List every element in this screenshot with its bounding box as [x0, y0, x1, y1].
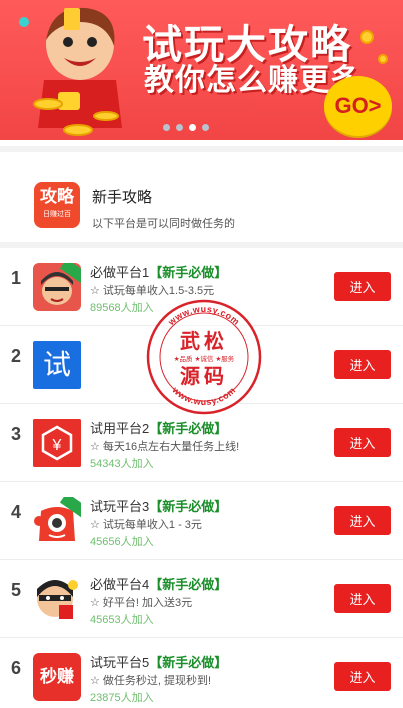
enter-button[interactable]: 进入 [334, 272, 391, 301]
cartoon-face-icon [33, 263, 81, 311]
platform-row[interactable]: 4 试玩平台3【新手必做】 ☆ 试玩每单收入1 - 3元 45656人加入 进入 [0, 482, 403, 560]
platform-description: ☆ 做任务秒过, 提现秒到! [90, 675, 212, 687]
ninja-mascot-icon [33, 575, 81, 623]
carousel-dot[interactable] [176, 124, 183, 131]
coin-icon [378, 54, 388, 64]
join-count: 45656人加入 [90, 536, 154, 548]
platform-row[interactable]: 5 必做平台4【新手必做】 ☆ 好平台! 加入送3元 45653人加入 进入 [0, 560, 403, 638]
platform-name: 必做平台1【新手必做】 [90, 265, 228, 280]
enter-button[interactable]: 进入 [334, 350, 391, 379]
platform-row[interactable]: 6 秒赚 试玩平台5【新手必做】 ☆ 做任务秒过, 提现秒到! 23875人加入… [0, 638, 403, 708]
watermark-name-bottom: 源码 [180, 364, 228, 388]
enter-button[interactable]: 进入 [334, 506, 391, 535]
cartoon-character-icon [19, 7, 122, 136]
carousel-dot[interactable] [202, 124, 209, 131]
platform-name: 试用平台2【新手必做】 [90, 421, 228, 436]
rank-number: 2 [11, 346, 22, 366]
promo-banner[interactable]: 试玩大攻略 教你怎么赚更多 GO> [0, 0, 403, 140]
coin-icon [360, 30, 374, 44]
rank-number: 3 [11, 424, 22, 444]
platform-name: 试玩平台3【新手必做】 [90, 499, 228, 514]
platform-name: 必做平台4【新手必做】 [90, 577, 228, 592]
watermark-stamp: www.wusy.com www.wusy.com 武松 ★品质 ★诚信 ★服务… [146, 299, 262, 415]
newbie-guide[interactable]: 攻略 日赚过百 新手攻略 以下平台是可以同时做任务的 [0, 146, 403, 242]
go-button[interactable]: GO> [324, 76, 392, 136]
join-count: 23875人加入 [90, 692, 154, 704]
icon-text: 试 [42, 349, 71, 380]
guide-logo: 攻略 日赚过百 [34, 182, 80, 228]
guide-logo-subtext: 日赚过百 [43, 211, 71, 218]
rank-number: 1 [11, 268, 22, 288]
join-count: 54343人加入 [90, 458, 154, 470]
newbie-tag: 【新手必做】 [149, 265, 228, 280]
platform-name: 试玩平台5【新手必做】 [90, 655, 228, 670]
newbie-tag: 【新手必做】 [149, 421, 228, 436]
enter-button[interactable]: 进入 [334, 662, 391, 691]
miaozhuan-icon: 秒赚 [33, 653, 81, 701]
newbie-tag: 【新手必做】 [149, 655, 228, 670]
bag-mascot-icon [33, 497, 81, 545]
icon-text: 秒赚 [40, 667, 74, 686]
yen-shield-icon: ¥ [33, 419, 81, 467]
enter-button[interactable]: 进入 [334, 428, 391, 457]
carousel-dot[interactable] [163, 124, 170, 131]
platform-description: ☆ 每天16点左右大量任务上线! [90, 441, 240, 453]
guide-description: 以下平台是可以同时做任务的 [92, 218, 235, 230]
platform-description: ☆ 试玩每单收入1.5-3.5元 [90, 285, 215, 297]
carousel-dot-active[interactable] [189, 124, 196, 131]
carousel-dots [163, 124, 209, 131]
rank-number: 6 [11, 658, 22, 678]
platform-description: ☆ 试玩每单收入1 - 3元 [90, 519, 202, 531]
watermark-name-top: 武松 [180, 329, 228, 353]
guide-title: 新手攻略 [92, 189, 153, 206]
guide-logo-text: 攻略 [40, 187, 74, 206]
platform-description: ☆ 好平台! 加入送3元 [90, 597, 193, 609]
rank-number: 5 [11, 580, 22, 600]
shi-char-icon: 试 [33, 341, 81, 389]
newbie-tag: 【新手必做】 [149, 499, 228, 514]
rank-number: 4 [11, 502, 22, 522]
icon-text: ¥ [52, 437, 62, 454]
join-count: 45653人加入 [90, 614, 154, 626]
enter-button[interactable]: 进入 [334, 584, 391, 613]
newbie-tag: 【新手必做】 [149, 577, 228, 592]
watermark-motto: ★品质 ★诚信 ★服务 [174, 354, 235, 363]
